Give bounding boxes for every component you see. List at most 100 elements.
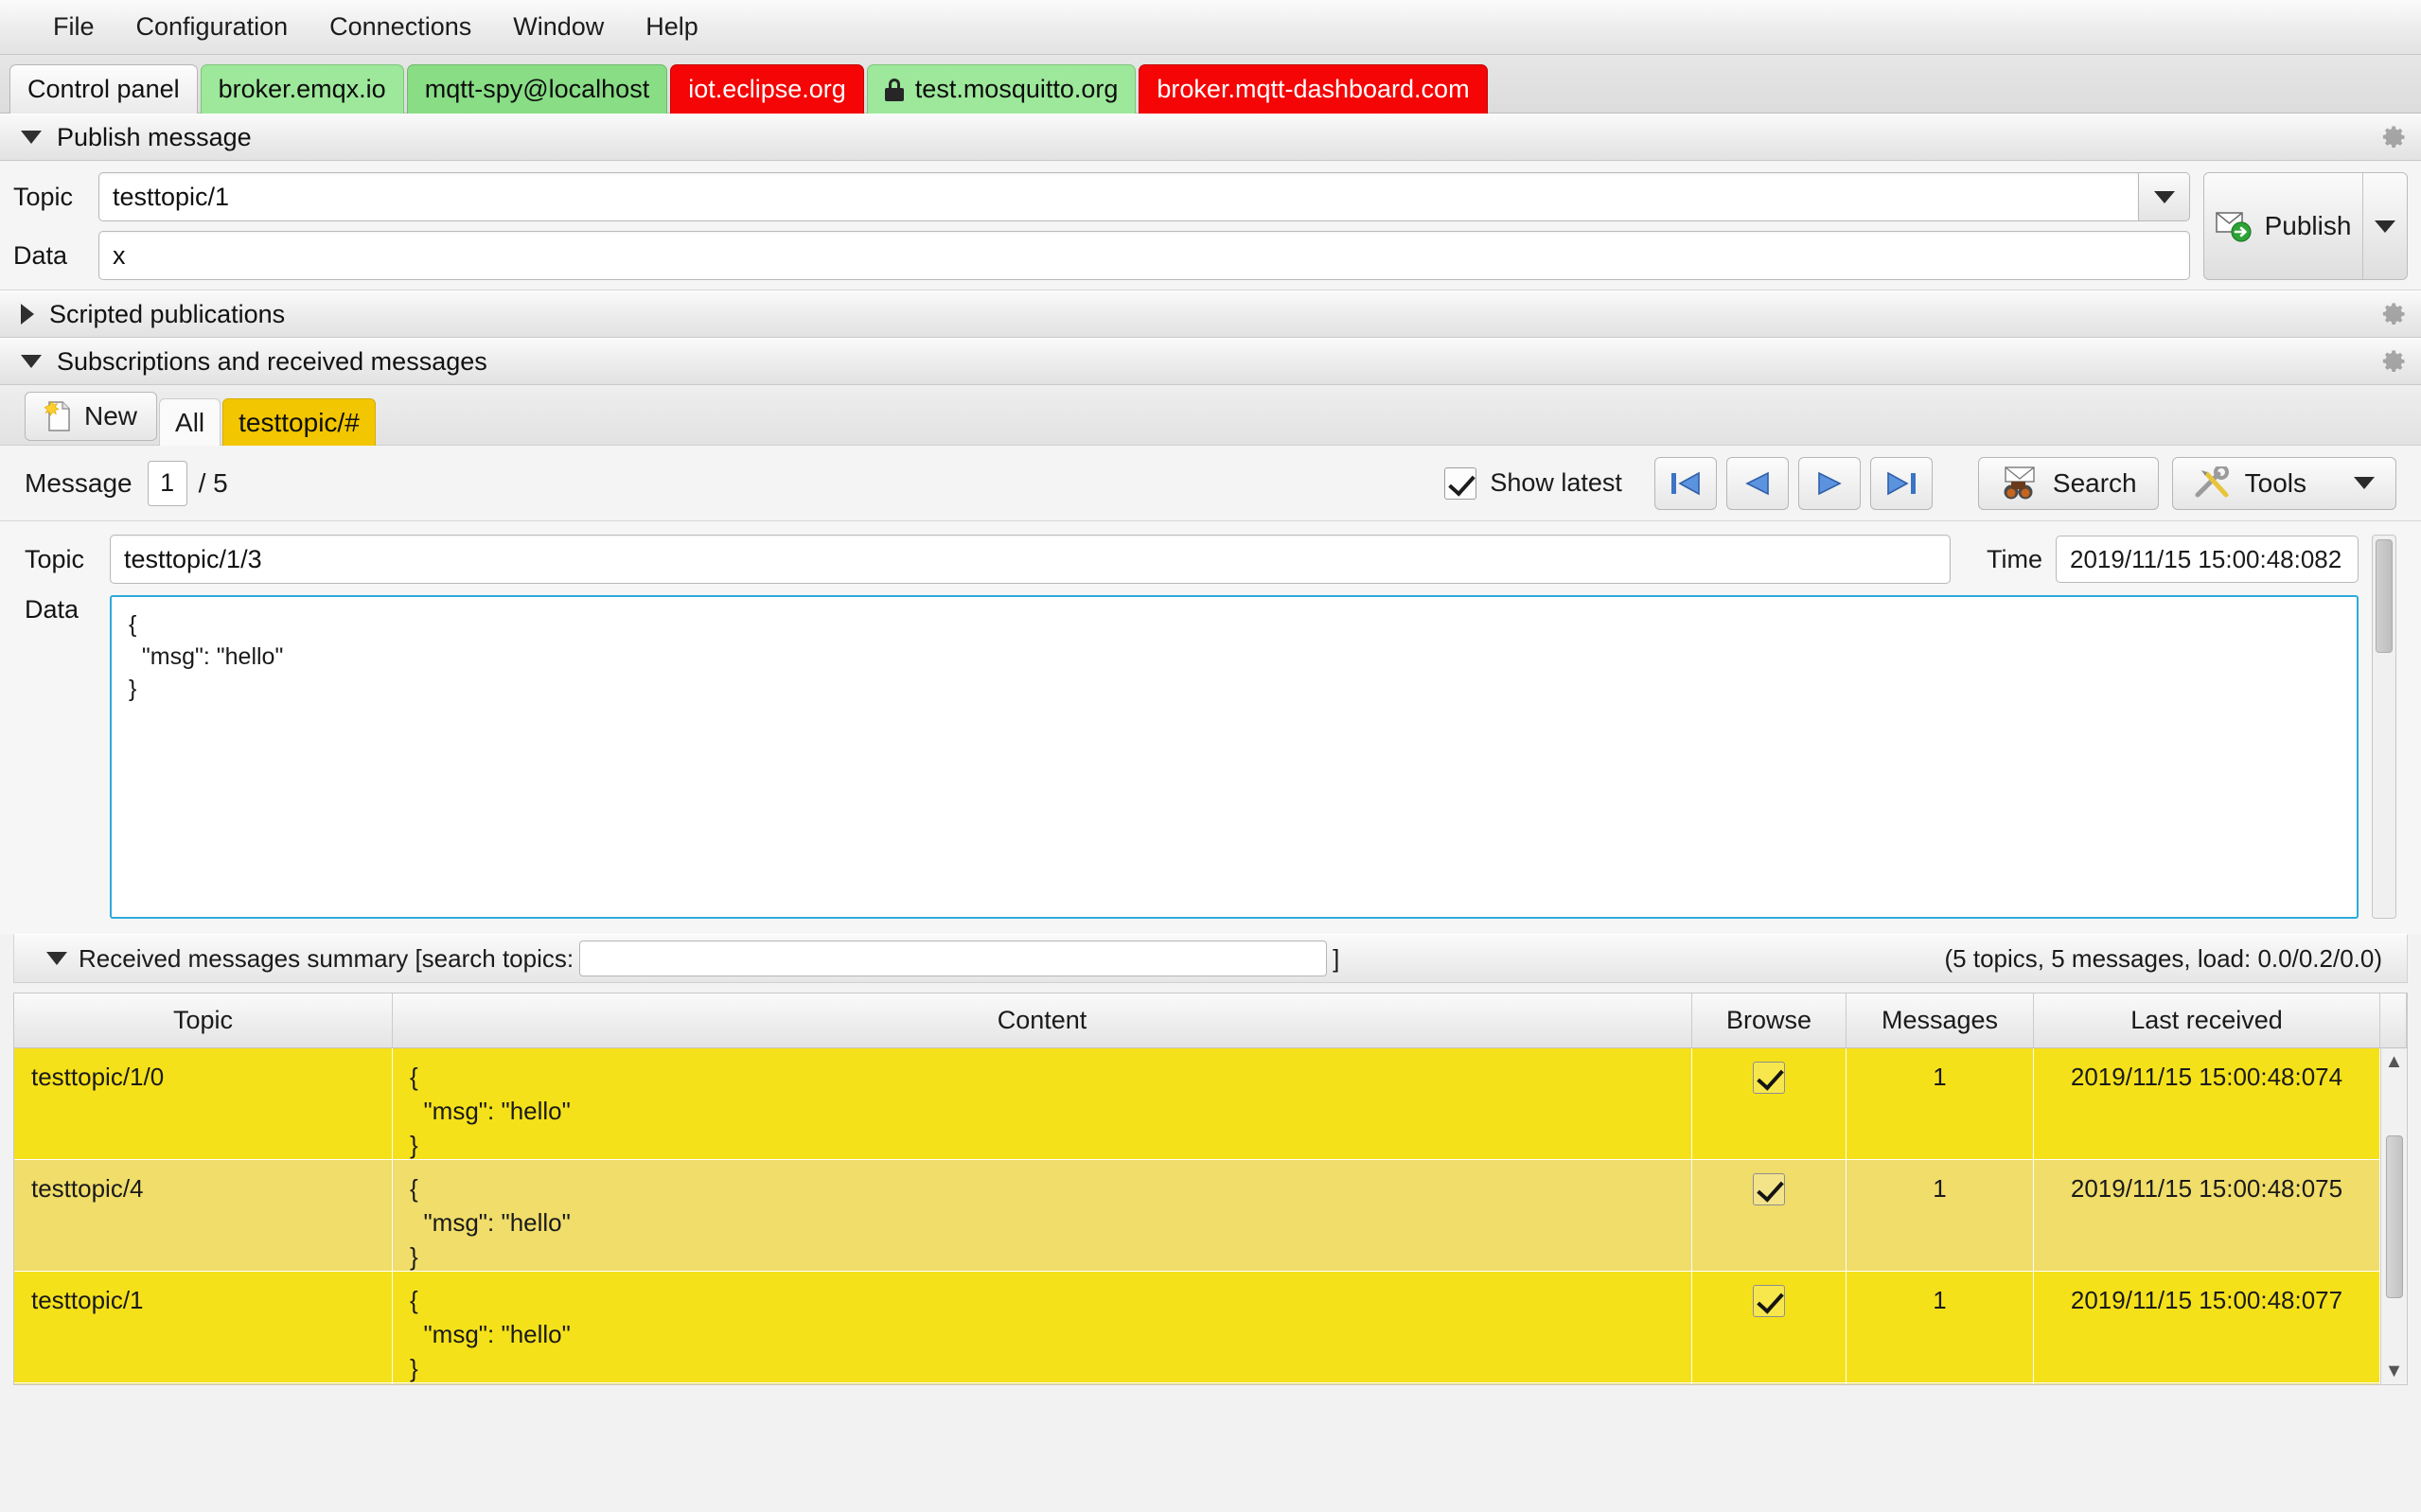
gear-icon[interactable] xyxy=(2381,348,2408,375)
connection-tab-strip: Control panel broker.emqx.io mqtt-spy@lo… xyxy=(0,55,2421,114)
publish-topic-row: Topic testtopic/1 xyxy=(13,172,2190,221)
gear-icon[interactable] xyxy=(2381,301,2408,327)
cell-content: { xyxy=(393,1383,1692,1384)
message-data-textarea[interactable]: { "msg": "hello" } xyxy=(110,595,2359,919)
message-navigation-bar: Message 1 / 5 Show latest Search Tools xyxy=(0,446,2421,521)
subscription-tab-strip: New All testtopic/# xyxy=(0,385,2421,446)
connection-tab-broker-emqx-io[interactable]: broker.emqx.io xyxy=(200,64,404,114)
received-messages-table: Topic Content Browse Messages Last recei… xyxy=(13,993,2408,1385)
show-latest-group[interactable]: Show latest xyxy=(1444,466,1622,500)
column-header-messages[interactable]: Messages xyxy=(1847,993,2034,1047)
message-detail-fields: Topic testtopic/1/3 Time 2019/11/15 15:0… xyxy=(25,535,2359,919)
subscription-tab-label: All xyxy=(175,407,205,437)
publish-data-input[interactable]: x xyxy=(98,231,2190,280)
search-button[interactable]: Search xyxy=(1977,456,2159,510)
subscription-tab-all[interactable]: All xyxy=(159,398,221,446)
first-message-button[interactable] xyxy=(1653,456,1717,510)
connection-tab-mqtt-spy-localhost[interactable]: mqtt-spy@localhost xyxy=(406,64,668,114)
browse-checkbox[interactable] xyxy=(1753,1062,1785,1094)
column-header-content[interactable]: Content xyxy=(393,993,1692,1047)
cell-last-received: 2019/11/15 15:00:48:077 xyxy=(2034,1272,2380,1382)
table-row[interactable]: testtopic/1/0 { "msg": "hello" } 1 2019/… xyxy=(14,1048,2380,1160)
table-vertical-scrollbar[interactable]: ▲ ▼ xyxy=(2380,1048,2407,1384)
next-message-button[interactable] xyxy=(1797,456,1861,510)
column-header-browse[interactable]: Browse xyxy=(1692,993,1847,1047)
table-body-area: testtopic/1/0 { "msg": "hello" } 1 2019/… xyxy=(14,1048,2407,1384)
new-subscription-button[interactable]: New xyxy=(25,392,158,441)
last-arrow-icon xyxy=(1887,471,1916,495)
menu-item-connections[interactable]: Connections xyxy=(309,7,492,47)
first-arrow-icon xyxy=(1670,471,1700,495)
cell-browse[interactable] xyxy=(1692,1160,1847,1271)
chevron-down-icon xyxy=(21,131,42,144)
connection-tab-label: broker.emqx.io xyxy=(218,75,386,103)
message-nav-buttons xyxy=(1653,456,1933,510)
column-header-last-received[interactable]: Last received xyxy=(2034,993,2380,1047)
tools-wrench-icon xyxy=(2195,466,2229,497)
column-header-topic[interactable]: Topic xyxy=(14,993,393,1047)
subscription-tab-testtopic[interactable]: testtopic/# xyxy=(222,398,376,446)
publish-topic-input[interactable]: testtopic/1 xyxy=(98,172,2139,221)
connection-tab-iot-eclipse-org[interactable]: iot.eclipse.org xyxy=(670,64,864,114)
chevron-down-icon xyxy=(21,355,42,368)
lock-icon xyxy=(884,78,904,101)
cell-messages: 1 xyxy=(1847,1048,2034,1159)
show-latest-checkbox[interactable] xyxy=(1444,466,1477,500)
last-message-button[interactable] xyxy=(1869,456,1933,510)
subscriptions-pane-header[interactable]: Subscriptions and received messages xyxy=(0,338,2421,385)
scroll-down-icon[interactable]: ▼ xyxy=(2385,1362,2404,1380)
browse-checkbox[interactable] xyxy=(1753,1173,1785,1205)
connection-tab-control-panel[interactable]: Control panel xyxy=(9,64,198,114)
left-arrow-icon xyxy=(1745,471,1769,495)
publish-data-label: Data xyxy=(13,240,68,270)
search-topics-input[interactable] xyxy=(579,941,1328,976)
cell-browse[interactable] xyxy=(1692,1383,1847,1384)
cell-browse[interactable] xyxy=(1692,1048,1847,1159)
received-messages-summary-header[interactable]: Received messages summary [search topics… xyxy=(13,934,2408,983)
cell-content: { "msg": "hello" } xyxy=(393,1272,1692,1382)
message-topic-value[interactable]: testtopic/1/3 xyxy=(110,535,1951,584)
column-header-spacer xyxy=(2380,993,2407,1047)
cell-last-received: 2019/11/15 15:00:48:080 xyxy=(2034,1383,2380,1384)
scroll-up-icon[interactable]: ▲ xyxy=(2385,1052,2404,1071)
connection-tab-broker-mqtt-dashboard-com[interactable]: broker.mqtt-dashboard.com xyxy=(1139,64,1488,114)
chevron-down-icon xyxy=(2354,477,2375,489)
tools-button[interactable]: Tools xyxy=(2171,456,2396,510)
cell-messages: 1 xyxy=(1847,1383,2034,1384)
cell-browse[interactable] xyxy=(1692,1272,1847,1382)
message-time-label: Time xyxy=(1987,544,2042,573)
browse-checkbox[interactable] xyxy=(1753,1285,1785,1317)
cell-content: { "msg": "hello" } xyxy=(393,1160,1692,1271)
previous-message-button[interactable] xyxy=(1725,456,1789,510)
summary-title-suffix: ] xyxy=(1333,943,1340,973)
tools-button-label: Tools xyxy=(2244,467,2306,498)
publish-button[interactable]: Publish xyxy=(2204,173,2363,279)
publish-message-pane-header[interactable]: Publish message xyxy=(0,114,2421,161)
message-detail-scrollbar[interactable] xyxy=(2372,535,2396,919)
publish-message-body: Topic testtopic/1 Data x Publish xyxy=(0,161,2421,290)
new-document-icon xyxy=(44,400,70,431)
menu-item-configuration[interactable]: Configuration xyxy=(115,7,309,47)
message-data-label: Data xyxy=(25,595,80,624)
scrollbar-thumb[interactable] xyxy=(2376,539,2393,653)
menu-item-help[interactable]: Help xyxy=(625,7,719,47)
scripted-publications-pane-header[interactable]: Scripted publications xyxy=(0,290,2421,338)
publish-topic-combo[interactable]: testtopic/1 xyxy=(98,172,2190,221)
table-row[interactable]: testtopic/1 { "msg": "hello" } 1 2019/11… xyxy=(14,1272,2380,1383)
publish-topic-dropdown-button[interactable] xyxy=(2139,172,2190,221)
right-arrow-icon xyxy=(1818,471,1842,495)
cell-topic: testtopic/4 xyxy=(14,1160,393,1271)
menu-item-file[interactable]: File xyxy=(32,7,115,47)
menu-item-window[interactable]: Window xyxy=(492,7,625,47)
publish-fields: Topic testtopic/1 Data x xyxy=(13,172,2190,280)
search-binoculars-icon xyxy=(2004,466,2035,499)
message-time-value[interactable]: 2019/11/15 15:00:48:082 xyxy=(2056,536,2359,583)
subscriptions-title: Subscriptions and received messages xyxy=(57,346,487,376)
gear-icon[interactable] xyxy=(2381,124,2408,150)
scrollbar-thumb[interactable] xyxy=(2385,1134,2403,1298)
connection-tab-test-mosquitto-org[interactable]: test.mosquitto.org xyxy=(866,64,1137,114)
table-row[interactable]: testtopic/4 { "msg": "hello" } 1 2019/11… xyxy=(14,1160,2380,1272)
table-row[interactable]: testtopic/1000 { 1 2019/11/15 15:00:48:0… xyxy=(14,1383,2380,1384)
publish-options-dropdown[interactable] xyxy=(2363,173,2407,279)
message-index-input[interactable]: 1 xyxy=(147,460,187,506)
